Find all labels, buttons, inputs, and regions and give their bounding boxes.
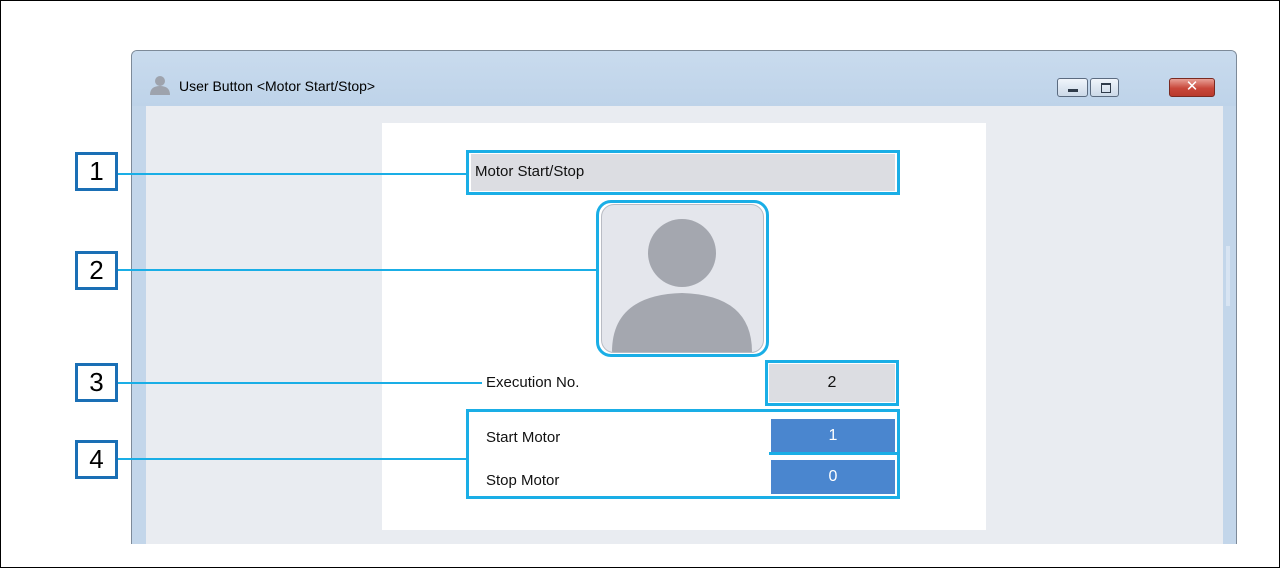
minimize-button[interactable] — [1057, 78, 1088, 97]
user-icon — [147, 75, 173, 99]
callout-1: 1 — [75, 152, 118, 191]
scrollbar-thumb[interactable] — [1226, 246, 1230, 306]
close-icon: ✕ — [1185, 77, 1199, 95]
leader-line-4 — [118, 458, 468, 460]
callout-2: 2 — [75, 251, 118, 290]
maximize-icon — [1101, 83, 1111, 93]
leader-line-2 — [118, 269, 598, 271]
highlight-button-title — [466, 150, 900, 195]
highlight-execution-no — [765, 360, 899, 406]
minimize-icon — [1068, 89, 1078, 92]
execution-no-label: Execution No. — [486, 374, 580, 391]
highlight-button-image — [596, 200, 769, 357]
callout-4: 4 — [75, 440, 118, 479]
window-title: User Button <Motor Start/Stop> — [179, 78, 376, 94]
figure-frame: User Button <Motor Start/Stop> ✕ Motor S… — [0, 0, 1280, 568]
leader-line-3 — [118, 382, 482, 384]
right-edge — [1224, 106, 1236, 544]
maximize-button[interactable] — [1090, 78, 1119, 97]
close-button[interactable]: ✕ — [1169, 77, 1215, 97]
callout-3: 3 — [75, 363, 118, 402]
highlight-separator — [769, 452, 897, 455]
title-bar[interactable]: User Button <Motor Start/Stop> ✕ — [132, 51, 1236, 106]
leader-line-1 — [118, 173, 468, 175]
